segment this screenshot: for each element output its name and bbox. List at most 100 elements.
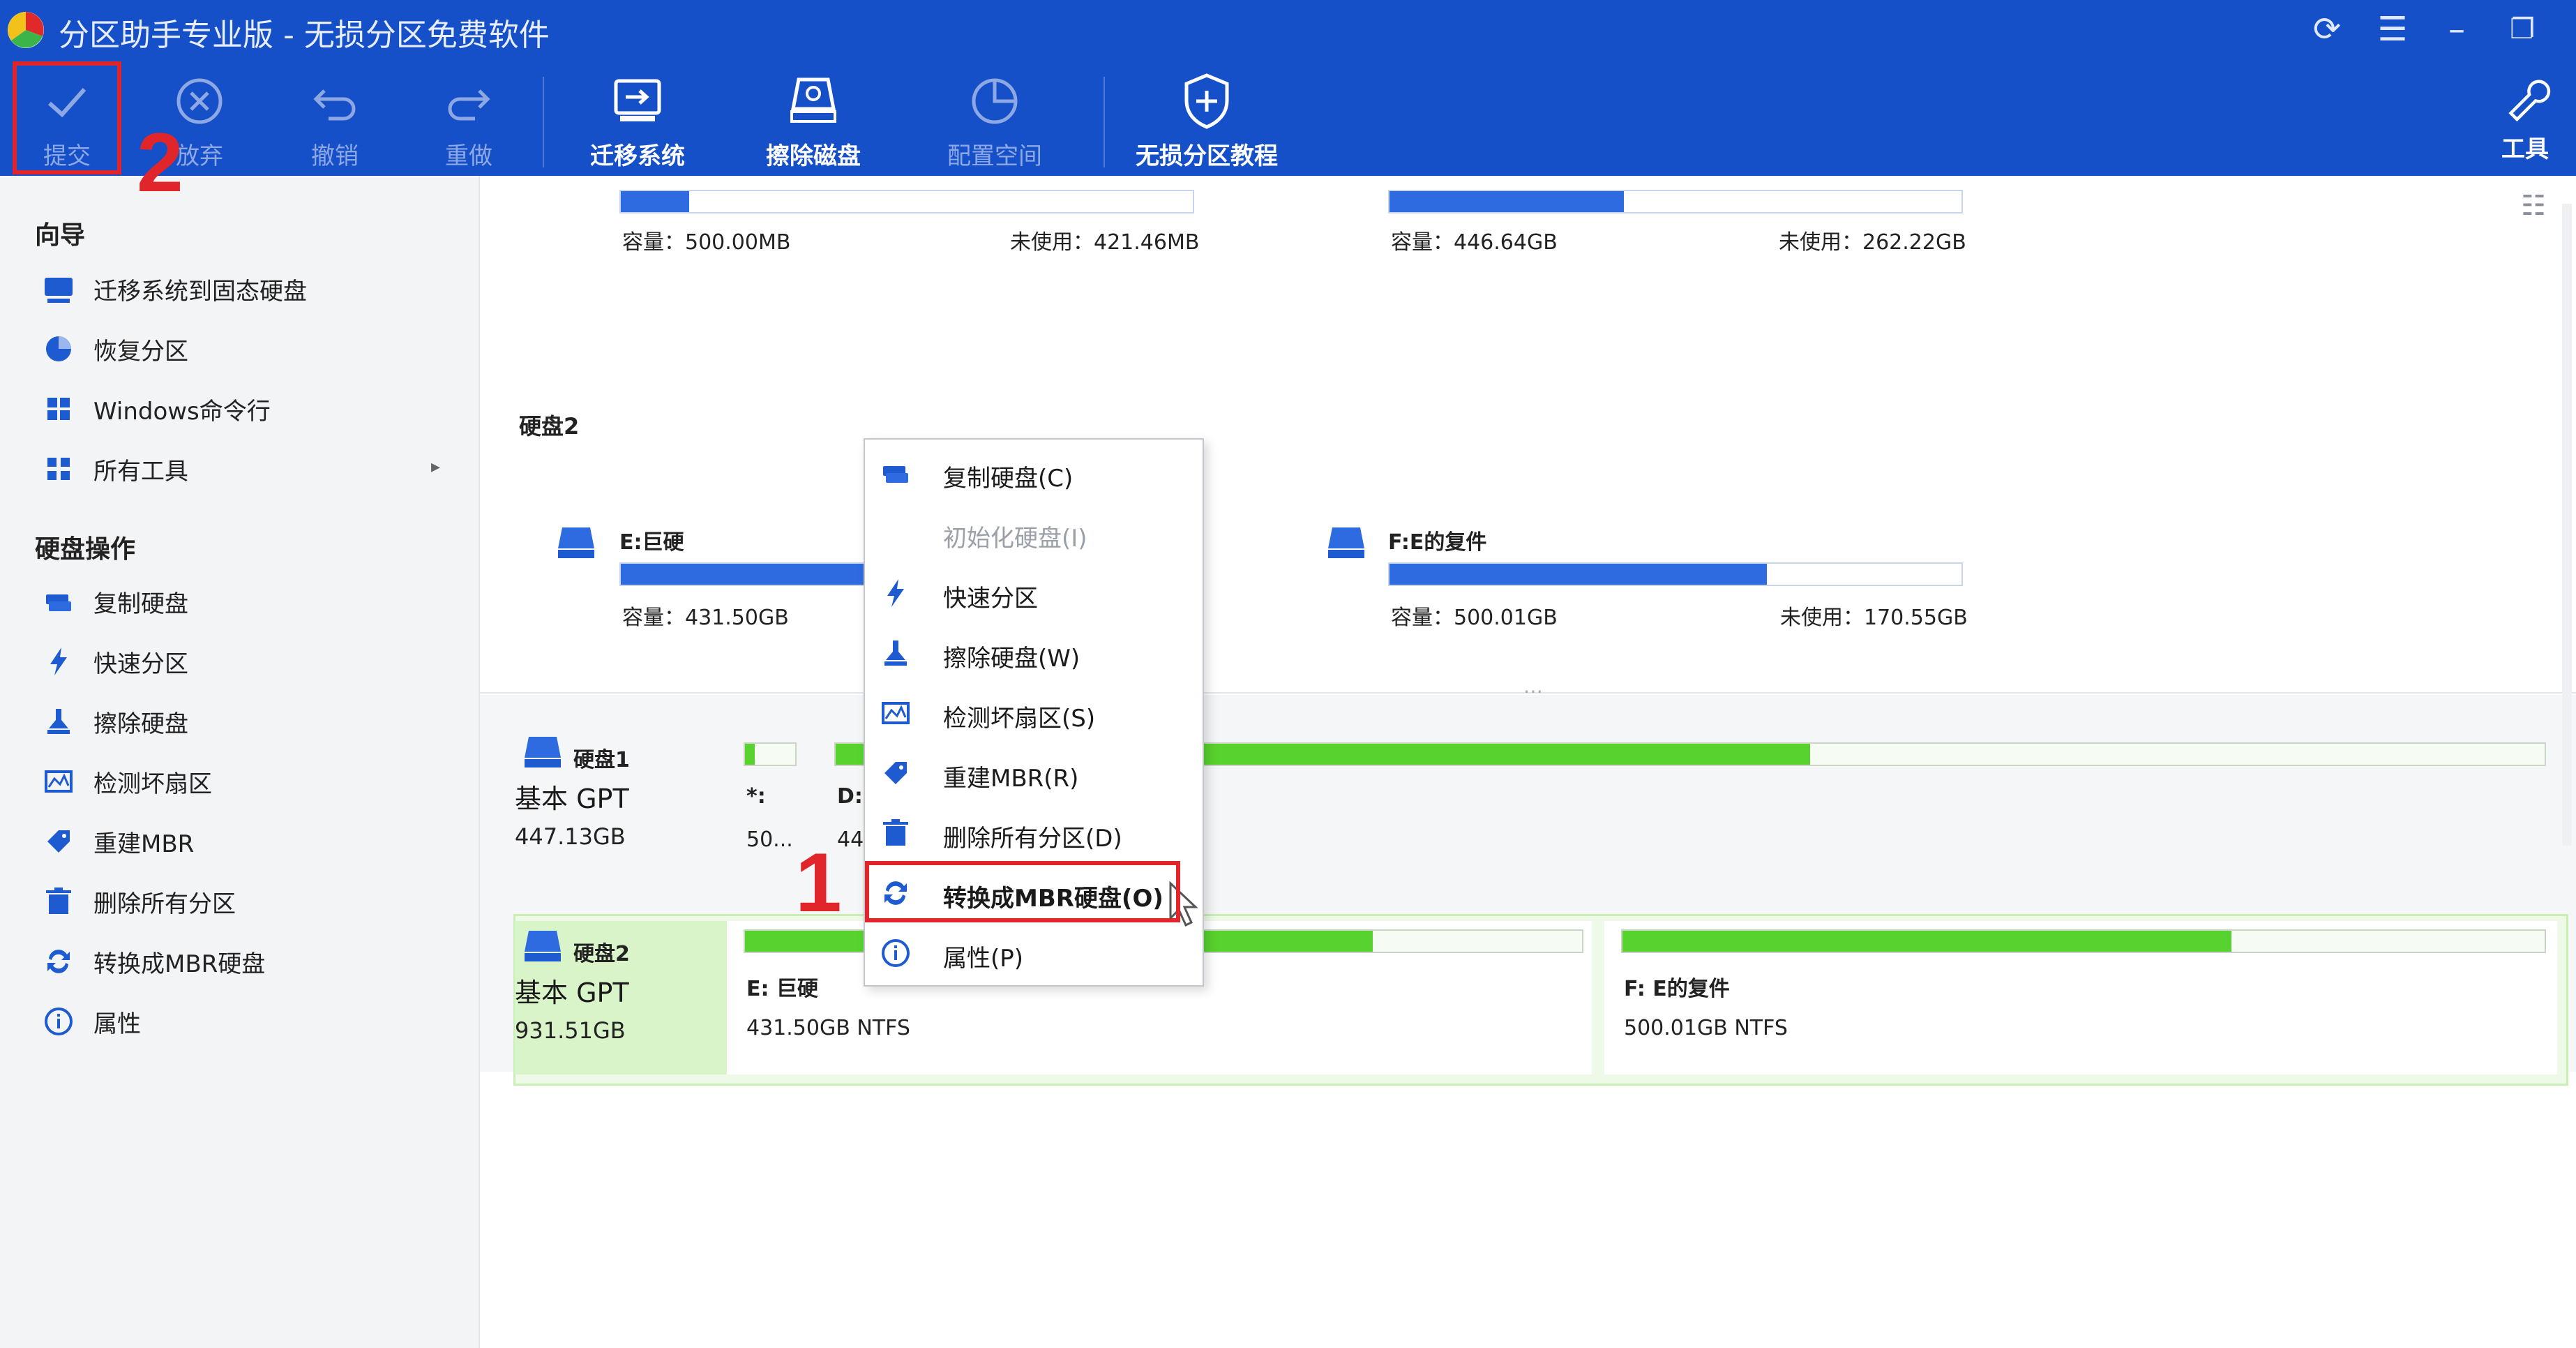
sidebar-item-properties[interactable]: 属性: [35, 998, 467, 1047]
menu-item-wipe-disk[interactable]: 擦除硬盘(W): [865, 622, 1203, 681]
copy-disk-icon: [883, 466, 908, 483]
allocate-space-button[interactable]: 配置空间: [932, 70, 1057, 170]
scrollbar[interactable]: [2562, 204, 2572, 846]
undo-button[interactable]: 撤销: [272, 70, 398, 170]
all-tools-icon: [47, 458, 70, 480]
sidebar-item-delete-all[interactable]: 删除所有分区: [35, 878, 467, 927]
sidebar-item-windows-cmd[interactable]: Windows命令行: [35, 385, 467, 434]
bad-sector-icon: [45, 770, 73, 793]
windows-icon: [47, 398, 70, 420]
sidebar-item-label: 迁移系统到固态硬盘: [93, 278, 307, 306]
disk-ops-header: 硬盘操作: [35, 535, 136, 564]
disk2-info[interactable]: 硬盘2 基本 GPT 931.51GB: [515, 921, 752, 1074]
lightning-icon: [50, 647, 67, 675]
partition-name: E:巨硬: [619, 530, 684, 555]
layout-toggle-icon[interactable]: ☷: [2521, 190, 2546, 222]
sidebar-item-rebuild-mbr[interactable]: 重建MBR: [35, 818, 467, 867]
menu-item-label: 快速分区: [943, 585, 1038, 613]
wipe-disk-button[interactable]: 擦除磁盘: [751, 70, 876, 170]
menu-item-init-disk[interactable]: 初始化硬盘(I): [865, 502, 1203, 561]
menu-item-copy-disk[interactable]: 复制硬盘(C): [865, 442, 1203, 501]
partition-usage-bar[interactable]: [1621, 929, 2546, 953]
migrate-os-icon: [45, 278, 73, 303]
wrench-icon: [2508, 80, 2551, 122]
menu-item-label: 复制硬盘(C): [943, 465, 1074, 493]
usage-fill: [621, 191, 690, 212]
sidebar-item-label: 转换成MBR硬盘: [93, 950, 266, 978]
tools-label: 工具: [2501, 135, 2549, 163]
sidebar-item-label: 复制硬盘: [93, 590, 188, 618]
tutorial-button[interactable]: 无损分区教程: [1123, 70, 1290, 170]
menu-item-label: 检测坏扇区(S): [943, 705, 1096, 733]
capacity-text: 容量：500.01GB: [1391, 606, 1558, 630]
disk-type: 基本 GPT: [515, 978, 629, 1008]
drive-icon: [1328, 527, 1364, 558]
sidebar-item-label: 恢复分区: [93, 338, 188, 366]
unused-text: 未使用：421.46MB: [1010, 230, 1200, 255]
disk-size: 931.51GB: [515, 1017, 626, 1044]
title-toolbar: 分区助手专业版 - 无损分区免费软件 ⟳ ☰ – ❐ 提交 放弃 撤销 重做 迁…: [0, 0, 2576, 176]
main-panel: 容量：500.00MB 未使用：421.46MB 容量：446.64GB 未使用…: [480, 176, 2576, 1348]
partition-usage-bar[interactable]: [1388, 562, 1963, 586]
menu-item-bad-sector[interactable]: 检测坏扇区(S): [865, 682, 1203, 741]
partition-info: 500.01GB NTFS: [1624, 1016, 1788, 1040]
minimize-icon[interactable]: –: [2436, 8, 2478, 50]
sidebar-item-copy-disk[interactable]: 复制硬盘: [35, 578, 467, 627]
partition-usage-bar[interactable]: [1388, 190, 1963, 214]
undo-icon: [313, 89, 356, 121]
window-title: 分区助手专业版 - 无损分区免费软件: [59, 17, 550, 53]
sidebar-item-label: 属性: [93, 1010, 141, 1038]
partition-name: F: E的复件: [1624, 977, 1730, 1001]
migrate-os-icon: [614, 79, 661, 121]
migrate-os-button[interactable]: 迁移系统: [575, 70, 700, 170]
menu-item-label: 重建MBR(R): [943, 765, 1079, 793]
usage-fill: [1622, 931, 2231, 952]
annotation-step-2: 2: [137, 116, 183, 209]
menu-item-quick-partition[interactable]: 快速分区: [865, 562, 1203, 621]
menu-icon[interactable]: ☰: [2372, 8, 2413, 50]
redo-button[interactable]: 重做: [406, 70, 532, 170]
sidebar-item-migrate-os[interactable]: 迁移系统到固态硬盘: [35, 265, 467, 314]
menu-item-label: 初始化硬盘(I): [943, 525, 1087, 553]
partition-name: F:E的复件: [1388, 530, 1487, 555]
annotation-box-submit: [13, 61, 121, 174]
menu-item-label: 属性(P): [943, 945, 1024, 973]
convert-icon: [47, 950, 70, 973]
trash-icon: [883, 819, 908, 846]
unused-text: 未使用：170.55GB: [1780, 606, 1968, 630]
sidebar-item-all-tools[interactable]: 所有工具 ▸: [35, 445, 467, 494]
menu-item-properties[interactable]: 属性(P): [865, 922, 1203, 981]
recover-partition-icon: [46, 336, 71, 361]
disk-type: 基本 GPT: [515, 784, 629, 814]
chevron-right-icon: ▸: [431, 456, 441, 477]
sidebar-item-quick-partition[interactable]: 快速分区: [35, 638, 467, 687]
tutorial-label: 无损分区教程: [1136, 142, 1278, 170]
restore-icon[interactable]: ❐: [2501, 8, 2543, 50]
wipe-disk-icon: [884, 641, 907, 666]
disk-icon: [525, 737, 561, 767]
info-icon: [45, 1008, 73, 1035]
sidebar-item-bad-sector[interactable]: 检测坏扇区: [35, 758, 467, 807]
menu-item-rebuild-mbr[interactable]: 重建MBR(R): [865, 742, 1203, 801]
tools-button[interactable]: 工具: [2483, 70, 2567, 167]
info-icon: [882, 939, 910, 967]
usage-fill: [1389, 564, 1768, 585]
rebuild-mbr-icon: [884, 762, 907, 784]
allocate-space-icon: [972, 78, 1018, 124]
sidebar-item-label: 重建MBR: [93, 830, 195, 858]
disk-name: 硬盘2: [573, 942, 630, 966]
sidebar-item-wipe-disk[interactable]: 擦除硬盘: [35, 698, 467, 747]
partition-usage-bar[interactable]: [744, 742, 797, 766]
sidebar-item-label: 擦除硬盘: [93, 710, 188, 738]
partition-usage-bar[interactable]: [619, 190, 1194, 214]
sidebar-item-recover-partition[interactable]: 恢复分区: [35, 325, 467, 374]
partition-name: D:: [837, 784, 863, 809]
menu-item-delete-all[interactable]: 删除所有分区(D): [865, 802, 1203, 861]
wipe-disk-label: 擦除磁盘: [766, 142, 861, 170]
redo-label: 重做: [445, 142, 492, 170]
toolbar-separator: [1104, 77, 1105, 167]
sidebar-item-convert-mbr[interactable]: 转换成MBR硬盘: [35, 938, 467, 987]
capacity-text: 容量：500.00MB: [622, 230, 791, 255]
disk1-info[interactable]: 硬盘1 基本 GPT 447.13GB: [515, 734, 752, 901]
refresh-icon[interactable]: ⟳: [2306, 8, 2348, 50]
